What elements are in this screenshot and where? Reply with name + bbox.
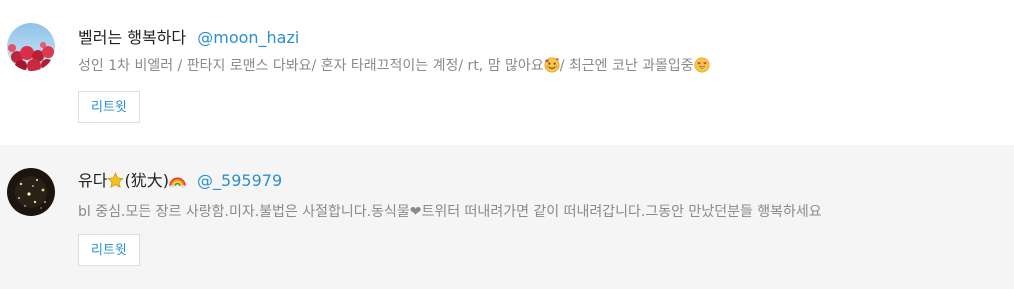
dark-sparkle-avatar-icon [7, 168, 55, 216]
name-line: 유다 (犹大) @_595979 [78, 169, 1004, 196]
user-info: 유다 (犹大) @_595979 bl 중심.모든 장르 사랑함.미자.불법은 사… [78, 169, 1004, 266]
avatar[interactable] [7, 23, 55, 71]
retweet-button[interactable]: 리트윗 [78, 91, 140, 123]
user-handle-link[interactable]: @_595979 [197, 171, 282, 190]
user-row: 벨러는 행복하다 @moon_hazi 성인 1차 비엘러 / 판타지 로맨스 … [0, 0, 1014, 145]
user-handle-link[interactable]: @moon_hazi [197, 28, 299, 47]
user-bio: 성인 1차 비엘러 / 판타지 로맨스 다봐요/ 혼자 타래끄적이는 계정/ r… [78, 55, 1004, 80]
user-info: 벨러는 행복하다 @moon_hazi 성인 1차 비엘러 / 판타지 로맨스 … [78, 26, 1004, 123]
user-row: 유다 (犹大) @_595979 bl 중심.모든 장르 사랑함.미자.불법은 사… [0, 145, 1014, 289]
heart-eyes-face-icon [694, 57, 710, 80]
name-line: 벨러는 행복하다 @moon_hazi [78, 26, 1004, 50]
display-name[interactable]: 벨러는 행복하다 [78, 28, 186, 47]
star-icon [107, 172, 125, 196]
retweet-button[interactable]: 리트윗 [78, 234, 140, 266]
display-name[interactable]: 유다 (犹大) [78, 171, 186, 190]
user-bio: bl 중심.모든 장르 사랑함.미자.불법은 사절합니다.동식물❤트위터 떠내려… [78, 204, 822, 220]
display-name-text: 유다 [78, 171, 108, 190]
bio-text: 성인 1차 비엘러 / 판타지 로맨스 다봐요/ 혼자 타래끄적이는 계정/ r… [78, 58, 544, 74]
avatar[interactable] [7, 168, 55, 216]
bio-text-continued: / 최근엔 코난 과몰입중 [559, 58, 694, 74]
rainbow-icon [169, 172, 186, 196]
display-name-text-continued: (犹大) [124, 171, 169, 190]
user-list: 벨러는 행복하다 @moon_hazi 성인 1차 비엘러 / 판타지 로맨스 … [0, 0, 1014, 289]
smiling-face-hearts-icon [544, 57, 560, 80]
red-roses-sky-avatar-icon [7, 23, 55, 71]
